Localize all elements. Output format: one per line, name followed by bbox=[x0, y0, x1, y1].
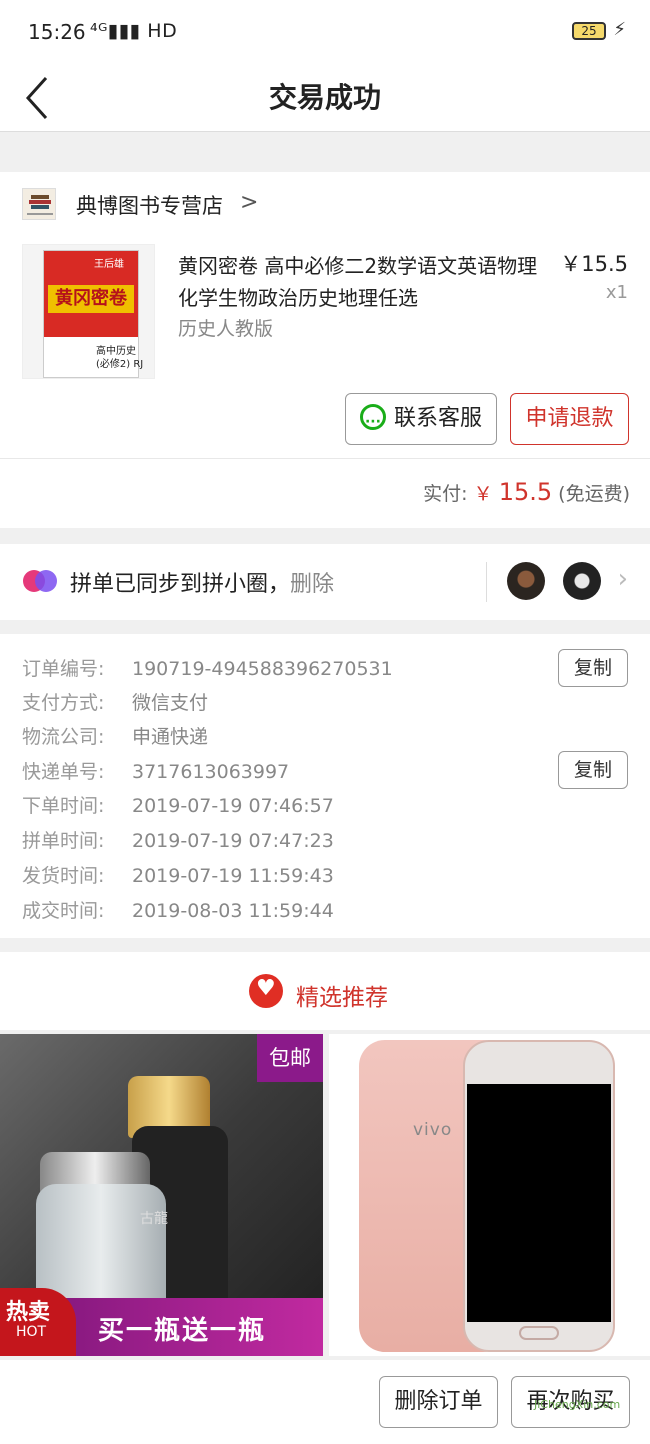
paid-label: 实付: bbox=[423, 483, 468, 505]
bottle-label: 古龍 bbox=[140, 1211, 168, 1227]
logistics-company-row: 物流公司: 申通快递 bbox=[22, 726, 209, 748]
watermark: JiChengXin.com bbox=[534, 1398, 621, 1411]
heart-icon bbox=[249, 974, 283, 1008]
nav-bar: 交易成功 bbox=[0, 64, 650, 132]
payment-method-row: 支付方式: 微信支付 bbox=[22, 692, 209, 714]
product-variant: 历史人教版 bbox=[178, 318, 274, 340]
product-quantity: x1 bbox=[605, 282, 628, 303]
contact-service-button[interactable]: 联系客服 bbox=[345, 393, 497, 447]
chat-icon bbox=[359, 397, 386, 447]
product-thumbnail[interactable]: 王后雄 黄冈密卷 高中历史 (必修2) RJ bbox=[22, 244, 155, 379]
status-time: 15:26 bbox=[28, 20, 86, 44]
divider bbox=[486, 562, 487, 602]
hot-badge-sub: HOT bbox=[16, 1324, 47, 1340]
phone-brand-logo: vivo bbox=[413, 1120, 453, 1140]
books-icon bbox=[27, 195, 53, 215]
order-time-row: 下单时间: 2019-07-19 07:46:57 bbox=[22, 795, 334, 817]
group-time-row: 拼单时间: 2019-07-19 07:47:23 bbox=[22, 830, 334, 852]
paid-total: 实付: ￥ 15.5 (免运费) bbox=[423, 478, 630, 506]
store-logo[interactable] bbox=[22, 188, 56, 220]
page-title: 交易成功 bbox=[268, 81, 381, 114]
home-button-icon bbox=[519, 1326, 559, 1340]
divider bbox=[0, 458, 650, 459]
product-price: ￥15.5 bbox=[560, 252, 628, 276]
contact-service-label: 联系客服 bbox=[393, 406, 482, 431]
paid-amount: 15.5 bbox=[498, 478, 553, 506]
charging-icon: ⚡ bbox=[613, 19, 626, 40]
hot-badge-text: 热卖 bbox=[6, 1300, 51, 1325]
group-sync-text: 拼单已同步到拼小圈，删除 bbox=[70, 572, 335, 597]
order-number-row: 订单编号: 190719-494588396270531 bbox=[22, 658, 393, 680]
order-number-value: 190719-494588396270531 bbox=[132, 658, 393, 680]
recommend-header: 精选推荐 bbox=[0, 952, 650, 1030]
chevron-right-icon[interactable]: › bbox=[618, 564, 628, 594]
group-sync-row[interactable]: 拼单已同步到拼小圈，删除 › bbox=[0, 544, 650, 620]
free-shipping-badge: 包邮 bbox=[257, 1034, 323, 1082]
paid-currency: ￥ bbox=[473, 483, 493, 505]
chevron-right-icon[interactable]: > bbox=[240, 190, 258, 215]
ship-time-row: 发货时间: 2019-07-19 11:59:43 bbox=[22, 865, 334, 887]
order-product-card: 典博图书专营店 > 王后雄 黄冈密卷 高中历史 (必修2) RJ 黄冈密卷 高中… bbox=[0, 172, 650, 528]
pinxiaoquan-logo-icon bbox=[23, 570, 57, 592]
store-name[interactable]: 典博图书专营店 bbox=[76, 190, 223, 220]
request-refund-button[interactable]: 申请退款 bbox=[510, 393, 629, 445]
order-info-section: 订单编号: 190719-494588396270531 复制 支付方式: 微信支付… bbox=[0, 634, 650, 938]
recommend-title: 精选推荐 bbox=[296, 985, 388, 1011]
copy-tracking-number-button[interactable]: 复制 bbox=[558, 751, 628, 789]
tracking-number-row: 快递单号: 3717613063997 bbox=[22, 761, 290, 783]
network-signal-icon: ⁴ᴳ▮▮▮ HD bbox=[90, 20, 178, 42]
tracking-number-value: 3717613063997 bbox=[132, 761, 290, 783]
status-bar: 15:26 ⁴ᴳ▮▮▮ HD 25 ⚡ bbox=[0, 0, 650, 64]
delete-order-button[interactable]: 删除订单 bbox=[379, 1376, 498, 1428]
recommended-product-phone[interactable]: vivo bbox=[329, 1034, 650, 1356]
deal-time-row: 成交时间: 2019-08-03 11:59:44 bbox=[22, 900, 334, 922]
shipping-note: (免运费) bbox=[558, 483, 630, 505]
cover-author: 王后雄 bbox=[94, 259, 124, 270]
cover-title: 黄冈密卷 bbox=[48, 285, 134, 313]
copy-order-number-button[interactable]: 复制 bbox=[558, 649, 628, 687]
avatar[interactable] bbox=[563, 562, 601, 600]
promo-banner-text: 买一瓶送一瓶 bbox=[98, 1316, 267, 1346]
cover-subtitle: 高中历史 (必修2) RJ bbox=[96, 346, 144, 370]
group-delete-link[interactable]: 删除 bbox=[290, 572, 334, 597]
book-cover: 王后雄 黄冈密卷 高中历史 (必修2) RJ bbox=[43, 250, 143, 378]
battery-icon: 25 bbox=[572, 22, 606, 40]
recommended-product-perfume[interactable]: 古龍 包邮 买一瓶送一瓶 热卖 HOT bbox=[0, 1034, 323, 1356]
avatar[interactable] bbox=[507, 562, 545, 600]
product-title[interactable]: 黄冈密卷 高中必修二2数学语文英语物理化学生物政治历史地理任选 bbox=[178, 250, 538, 314]
